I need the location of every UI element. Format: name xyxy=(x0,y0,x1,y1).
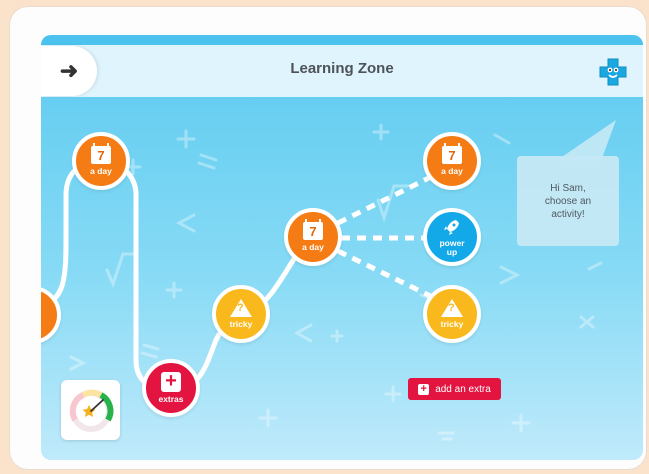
add-extra-label: add an extra xyxy=(435,383,491,395)
node-label: a day xyxy=(302,242,324,252)
node-a-day-1[interactable]: 7 a day xyxy=(72,132,130,190)
node-label: power up xyxy=(439,237,465,257)
warning-icon: ? xyxy=(441,299,463,317)
progress-gauge-button[interactable] xyxy=(61,380,120,440)
rocket-icon xyxy=(444,219,459,235)
page-title: Learning Zone xyxy=(290,60,394,77)
node-a-day-3[interactable]: 7 a day xyxy=(423,132,481,190)
add-extra-button[interactable]: + add an extra xyxy=(408,378,501,400)
node-a-day-2[interactable]: 7 a day xyxy=(284,208,342,266)
plus-mascot-icon[interactable] xyxy=(598,57,628,87)
speech-text: Hi Sam, choose an activity! xyxy=(544,182,592,220)
top-bar: ➜ Learning Zone xyxy=(41,35,643,97)
node-tricky-2[interactable]: ? tricky xyxy=(423,285,481,343)
node-power-up[interactable]: power up xyxy=(423,208,481,266)
tablet-frame: ➜ Learning Zone 7 a day + extras ? trick… xyxy=(10,7,646,469)
calendar-icon: 7 xyxy=(303,219,323,240)
node-label: a day xyxy=(441,166,463,176)
calendar-icon: 7 xyxy=(91,143,111,164)
node-label: extras xyxy=(158,394,184,404)
calendar-icon: 7 xyxy=(442,143,462,164)
plus-icon: + xyxy=(418,383,430,395)
progress-gauge-icon xyxy=(69,389,114,432)
node-label: a day xyxy=(90,166,112,176)
warning-icon: ? xyxy=(230,299,252,317)
node-label: tricky xyxy=(440,319,464,329)
node-extras[interactable]: + extras xyxy=(142,359,200,417)
node-label: tricky xyxy=(229,319,253,329)
learning-path xyxy=(41,120,616,393)
node-tricky-1[interactable]: ? tricky xyxy=(212,285,270,343)
plus-icon: + xyxy=(161,371,181,392)
app-screen: ➜ Learning Zone 7 a day + extras ? trick… xyxy=(41,35,643,460)
speech-bubble: Hi Sam, choose an activity! xyxy=(517,156,619,246)
